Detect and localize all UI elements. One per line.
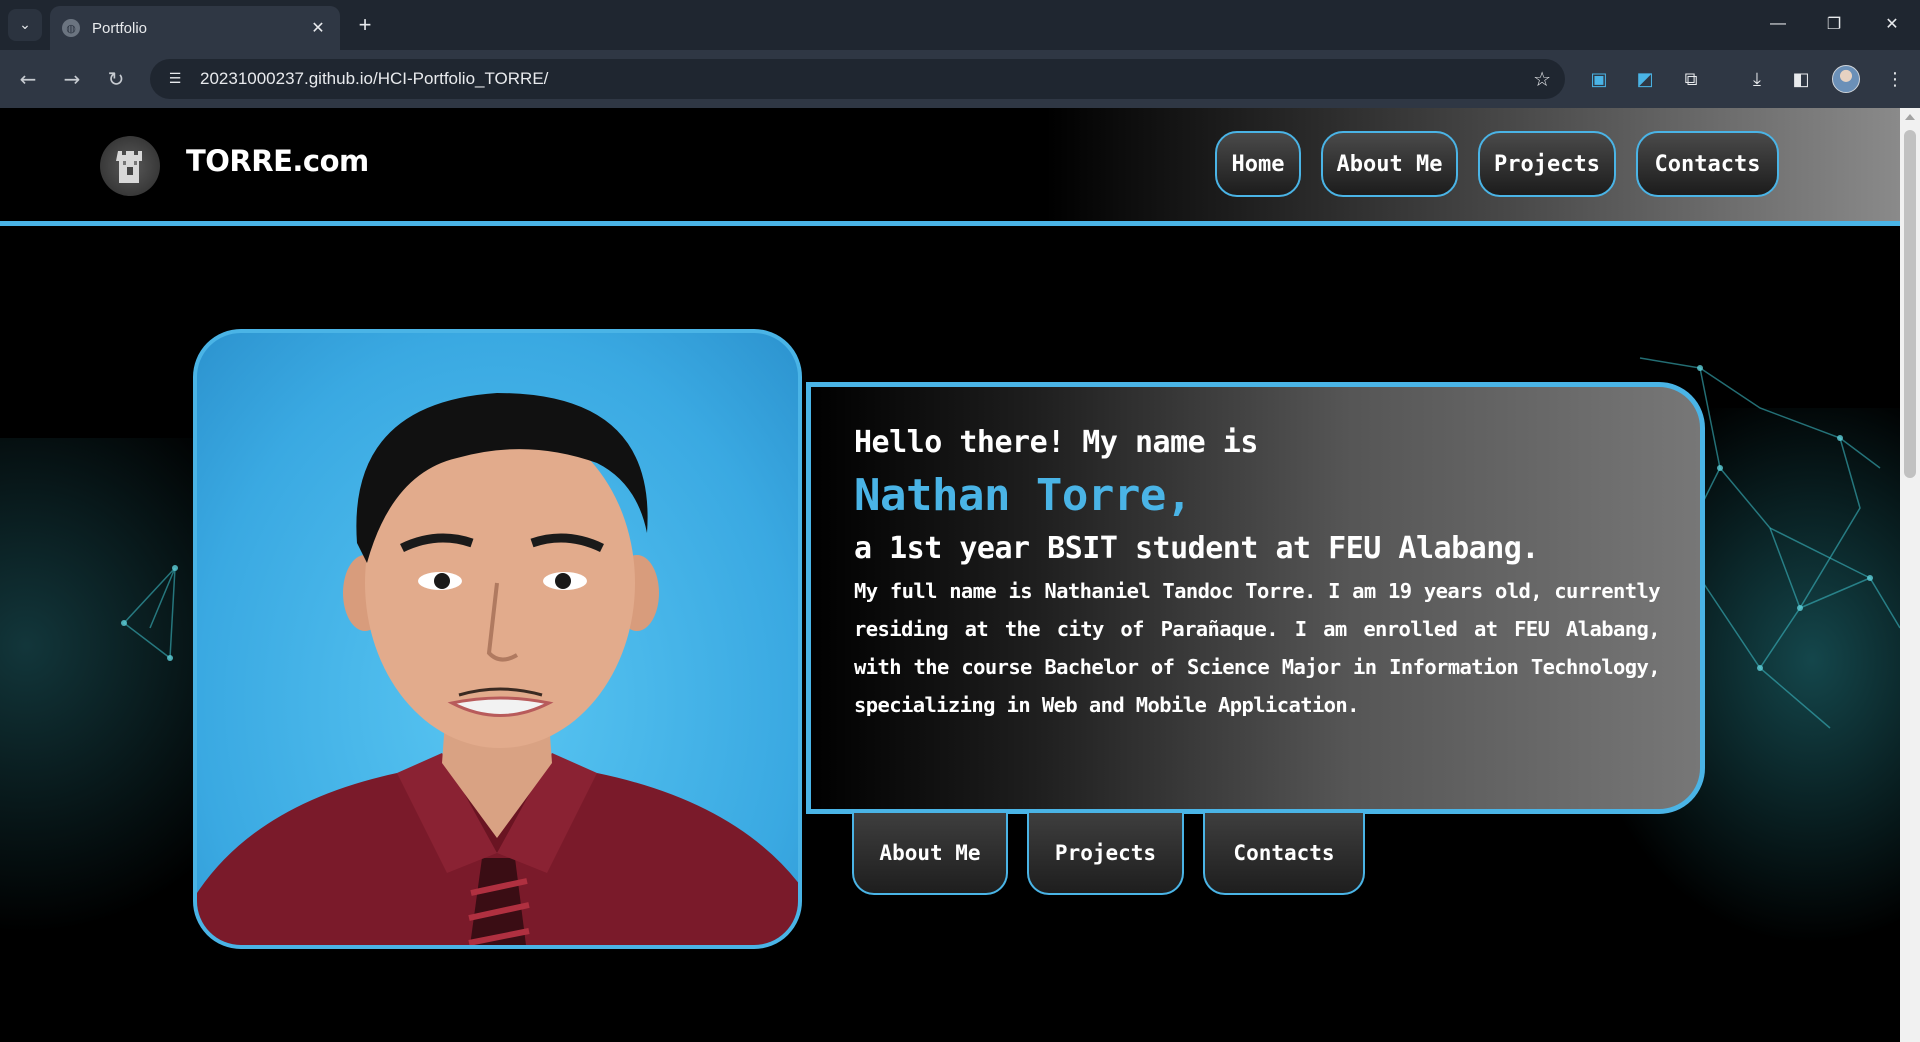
extension-icon[interactable]: ◩ (1630, 64, 1660, 94)
tab-title: Portfolio (92, 19, 148, 37)
back-icon[interactable]: ← (12, 63, 44, 95)
hero-bio: My full name is Nathaniel Tandoc Torre. … (854, 579, 1661, 717)
about-me-button[interactable]: About Me (852, 813, 1008, 895)
nav-contacts[interactable]: Contacts (1636, 131, 1779, 197)
download-icon[interactable]: ⤓ (1742, 64, 1772, 94)
url-text[interactable]: 20231000237.github.io/HCI-Portfolio_TORR… (200, 69, 1533, 89)
greeting-text: Hello there! My name is (854, 425, 1258, 460)
site-brand[interactable]: TORRE.com (186, 144, 369, 178)
screenshot-extension-icon[interactable]: ▣ (1584, 64, 1614, 94)
page-scrollbar[interactable] (1900, 108, 1920, 1042)
scroll-up-arrow-icon[interactable] (1905, 114, 1915, 120)
profile-avatar[interactable] (1832, 65, 1860, 93)
new-tab-icon[interactable]: + (350, 10, 380, 40)
puzzle-extensions-icon[interactable]: ⧉ (1676, 64, 1706, 94)
toolbar: ← → ↻ ☰ 20231000237.github.io/HCI-Portfo… (0, 50, 1920, 108)
tab-search-chevron-icon[interactable]: ⌄ (8, 9, 42, 41)
intro-card: Hello there! My name is Nathan Torre, a … (806, 382, 1705, 814)
forward-icon[interactable]: → (56, 63, 88, 95)
globe-icon: ◍ (62, 19, 80, 37)
close-window-icon[interactable]: ✕ (1872, 8, 1912, 40)
site-header: TORRE.com Home About Me Projects Contact… (0, 108, 1900, 226)
nav-home[interactable]: Home (1215, 131, 1301, 197)
address-bar[interactable]: ☰ 20231000237.github.io/HCI-Portfolio_TO… (150, 59, 1565, 99)
restore-icon[interactable]: ❐ (1814, 8, 1854, 40)
tower-logo-icon[interactable] (100, 136, 160, 196)
profile-photo (193, 329, 802, 949)
browser-tab[interactable]: ◍ Portfolio ✕ (50, 6, 340, 50)
hero-name: Nathan Torre, (854, 470, 1192, 521)
contacts-button[interactable]: Contacts (1203, 813, 1365, 895)
nav-about-me[interactable]: About Me (1321, 131, 1458, 197)
scrollbar-thumb[interactable] (1904, 130, 1916, 478)
nav-projects[interactable]: Projects (1478, 131, 1616, 197)
page-viewport: TORRE.com Home About Me Projects Contact… (0, 108, 1900, 1042)
site-info-icon[interactable]: ☰ (164, 68, 186, 90)
side-panel-icon[interactable]: ◧ (1786, 64, 1816, 94)
reload-icon[interactable]: ↻ (100, 63, 132, 95)
tab-strip: ⌄ ◍ Portfolio ✕ + — ❐ ✕ (0, 0, 1920, 50)
menu-kebab-icon[interactable]: ⋮ (1880, 64, 1910, 94)
hero-tagline: a 1st year BSIT student at FEU Alabang. (854, 531, 1539, 566)
bookmark-star-icon[interactable]: ☆ (1533, 67, 1551, 91)
projects-button[interactable]: Projects (1027, 813, 1184, 895)
close-tab-icon[interactable]: ✕ (308, 18, 328, 38)
minimize-icon[interactable]: — (1758, 8, 1798, 40)
